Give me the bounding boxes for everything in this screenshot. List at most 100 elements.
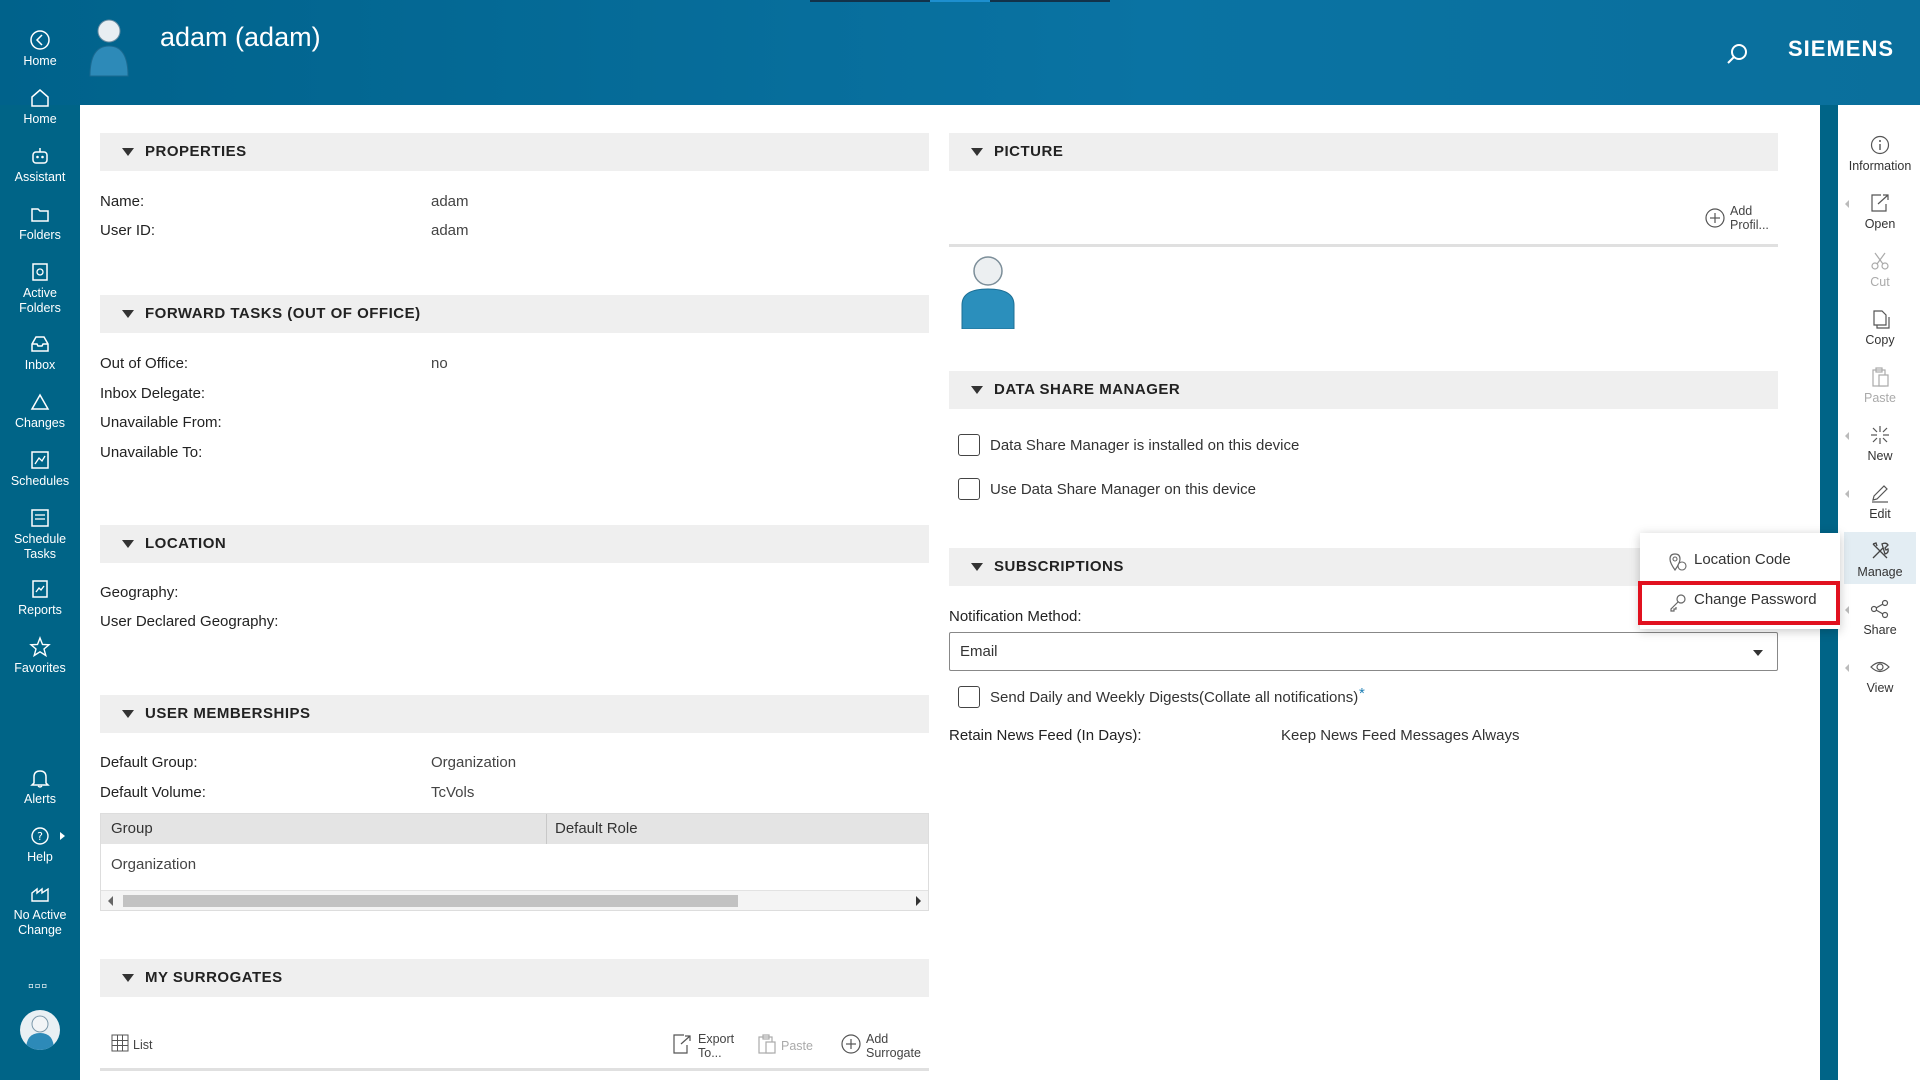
inbox-delegate-label: Inbox Delegate: <box>100 385 206 402</box>
view-button[interactable]: View <box>1844 656 1916 696</box>
table-row[interactable]: Organization <box>111 856 196 873</box>
nav-help[interactable]: ? Help <box>0 825 80 865</box>
edit-label: Edit <box>1869 507 1891 521</box>
digest-checkbox[interactable] <box>958 686 980 708</box>
cut-button[interactable]: Cut <box>1844 250 1916 290</box>
nav-schedules[interactable]: Schedules <box>0 449 80 489</box>
memberships-table: Group Default Role Organization <box>100 813 929 911</box>
share-button[interactable]: Share <box>1844 598 1916 638</box>
add-circle-icon <box>841 1034 861 1054</box>
bell-icon <box>30 770 50 788</box>
export-label: Export To... <box>698 1032 735 1060</box>
cut-label: Cut <box>1870 275 1890 289</box>
section-data-share-manager[interactable]: DATA SHARE MANAGER <box>949 371 1778 409</box>
notification-method-select[interactable]: Email <box>949 632 1778 671</box>
view-label: View <box>1866 681 1894 695</box>
profile-avatar[interactable] <box>20 1010 60 1050</box>
copy-button[interactable]: Copy <box>1844 308 1916 348</box>
section-forward-tasks[interactable]: FORWARD TASKS (OUT OF OFFICE) <box>100 295 929 333</box>
collapse-caret-icon <box>971 148 983 156</box>
nav-inbox[interactable]: Inbox <box>0 333 80 373</box>
dsm-installed-checkbox[interactable] <box>958 434 980 456</box>
nav-active-folders[interactable]: Active Folders <box>0 261 80 316</box>
list-view-button[interactable]: List <box>111 1034 171 1056</box>
change-icon <box>31 887 49 902</box>
nav-no-active-change[interactable]: No Active Change <box>0 883 80 938</box>
nav-reports[interactable]: Reports <box>0 578 80 618</box>
userid-label: User ID: <box>100 222 156 239</box>
dsm-use-checkbox[interactable] <box>958 478 980 500</box>
nav-changes[interactable]: Changes <box>0 391 80 431</box>
column-default-role[interactable]: Default Role <box>555 820 638 837</box>
more-icon[interactable]: ▫▫▫ <box>28 978 48 996</box>
menu-item-location-code[interactable]: Location Code <box>1640 544 1840 576</box>
share-label: Share <box>1863 623 1897 637</box>
pencil-icon <box>1872 485 1888 503</box>
section-user-memberships[interactable]: USER MEMBERSHIPS <box>100 695 929 733</box>
triangle-icon <box>30 393 50 410</box>
user-avatar-icon <box>26 1015 54 1050</box>
section-title: PICTURE <box>994 143 1064 160</box>
open-button[interactable]: Open <box>1844 192 1916 232</box>
eye-icon <box>1870 661 1890 673</box>
horizontal-scrollbar[interactable] <box>101 890 928 910</box>
user-avatar-icon <box>89 19 129 77</box>
nav-home[interactable]: Home <box>0 87 80 127</box>
add-profile-picture-button[interactable]: Add Profil... <box>1704 201 1776 235</box>
nav-home-back[interactable]: Home <box>0 29 80 69</box>
scroll-right-icon[interactable] <box>916 896 921 906</box>
section-properties[interactable]: PROPERTIES <box>100 133 929 171</box>
info-icon <box>1870 135 1890 155</box>
paste-button[interactable]: Paste <box>757 1033 817 1059</box>
dsm-installed-label: Data Share Manager is installed on this … <box>990 437 1300 454</box>
notification-method-label: Notification Method: <box>949 608 1082 625</box>
section-location[interactable]: LOCATION <box>100 525 929 563</box>
nav-assistant[interactable]: Assistant <box>0 145 80 185</box>
column-group[interactable]: Group <box>111 820 153 837</box>
nav-label: Alerts <box>24 792 56 806</box>
userid-value: adam <box>431 222 469 239</box>
default-volume-value: TcVols <box>431 784 475 801</box>
nav-schedule-tasks[interactable]: Schedule Tasks <box>0 507 80 562</box>
scrollbar-thumb[interactable] <box>123 895 738 907</box>
nav-label: Home <box>23 54 57 68</box>
new-label: New <box>1867 449 1893 463</box>
paste-icon <box>758 1034 776 1054</box>
search-icon[interactable] <box>1726 42 1750 66</box>
default-group-value: Organization <box>431 754 517 771</box>
add-surrogate-button[interactable]: Add Surrogate <box>840 1029 925 1061</box>
scroll-left-icon[interactable] <box>108 896 113 906</box>
export-icon <box>673 1034 691 1054</box>
nav-label: Folders <box>19 228 61 242</box>
unavailable-from-label: Unavailable From: <box>100 414 222 431</box>
new-button[interactable]: New <box>1844 424 1916 464</box>
information-button[interactable]: Information <box>1844 134 1916 174</box>
collapse-caret-icon <box>122 974 134 982</box>
help-expand-arrow[interactable] <box>60 832 65 840</box>
nav-alerts[interactable]: Alerts <box>0 767 80 807</box>
table-header: Group Default Role <box>101 814 928 844</box>
collapse-caret-icon <box>971 563 983 571</box>
list-label: List <box>133 1038 153 1052</box>
left-navigation: Home Home Assistant Folders Active Folde… <box>0 0 80 1080</box>
default-volume-label: Default Volume: <box>100 784 206 801</box>
section-title: DATA SHARE MANAGER <box>994 381 1181 398</box>
nav-favorites[interactable]: Favorites <box>0 636 80 676</box>
highlight-annotation <box>1638 581 1840 625</box>
nav-folders[interactable]: Folders <box>0 203 80 243</box>
nav-label: Schedule Tasks <box>13 532 67 561</box>
edit-button[interactable]: Edit <box>1844 482 1916 522</box>
nav-label: Active Folders <box>19 286 61 315</box>
schedule-tasks-icon <box>31 509 49 527</box>
paste-toolbar-button[interactable]: Paste <box>1844 366 1916 406</box>
retain-news-feed-label: Retain News Feed (In Days): <box>949 727 1142 744</box>
column-divider[interactable] <box>546 814 547 844</box>
section-picture[interactable]: PICTURE <box>949 133 1778 171</box>
nav-label: No Active Change <box>13 908 67 937</box>
section-my-surrogates[interactable]: MY SURROGATES <box>100 959 929 997</box>
manage-button[interactable]: Manage <box>1844 532 1916 584</box>
export-button[interactable]: Export To... <box>672 1029 742 1061</box>
dsm-use-label: Use Data Share Manager on this device <box>990 481 1256 498</box>
paste-label: Paste <box>781 1039 813 1053</box>
section-title: USER MEMBERSHIPS <box>145 705 311 722</box>
